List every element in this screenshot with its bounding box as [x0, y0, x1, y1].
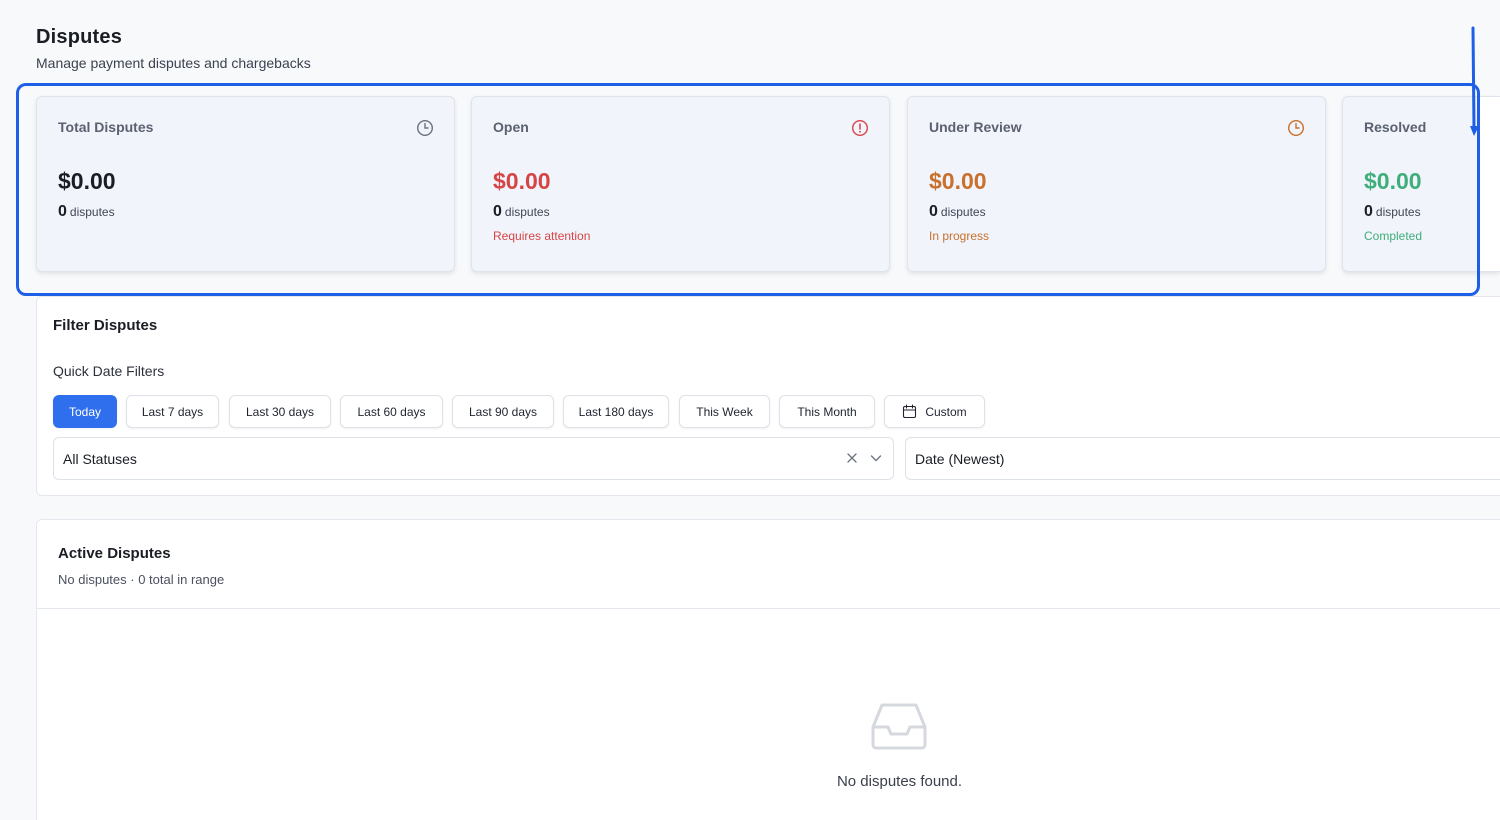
clear-icon[interactable]	[845, 451, 859, 465]
status-select[interactable]: All Statuses	[53, 437, 894, 480]
stat-note: Completed	[1364, 229, 1423, 243]
chip-this-week[interactable]: This Week	[679, 395, 770, 428]
filter-title: Filter Disputes	[53, 317, 158, 334]
stat-amount: $0.00	[929, 168, 987, 194]
page-title: Disputes	[36, 26, 123, 48]
stat-note: Requires attention	[493, 229, 591, 243]
calendar-icon	[903, 404, 917, 419]
card-overflow-edge	[1478, 96, 1500, 272]
sort-select[interactable]: Date (Newest)	[905, 437, 1500, 480]
stat-note: In progress	[929, 229, 990, 243]
stat-card-under-review: Under Review $0.00 0 disputes In progress	[907, 96, 1326, 272]
chip-today[interactable]: Today	[53, 395, 117, 428]
chip-this-month[interactable]: This Month	[779, 395, 875, 428]
stat-label: Resolved	[1364, 119, 1427, 135]
stat-amount: $0.00	[493, 168, 551, 194]
quick-filter-label: Quick Date Filters	[53, 363, 165, 379]
stat-label: Under Review	[929, 119, 1022, 135]
stat-count: 0 disputes	[929, 203, 986, 220]
status-select-value: All Statuses	[63, 450, 137, 467]
stat-card-open: Open $0.00 0 disputes Requires attention	[471, 96, 890, 272]
chip-last-30-days[interactable]: Last 30 days	[229, 395, 331, 428]
chip-last-90-days[interactable]: Last 90 days	[452, 395, 554, 428]
stat-count: 0 disputes	[1364, 203, 1421, 220]
clock-icon	[416, 119, 434, 137]
chip-custom[interactable]: Custom	[884, 395, 985, 428]
clock-icon	[1287, 119, 1305, 137]
stat-amount: $0.00	[58, 168, 116, 194]
stat-amount: $0.00	[1364, 168, 1422, 194]
stat-count: 0 disputes	[58, 203, 115, 220]
chip-last-7-days[interactable]: Last 7 days	[126, 395, 219, 428]
alert-circle-icon	[851, 119, 869, 137]
inbox-icon	[871, 703, 927, 750]
empty-state-text: No disputes found.	[836, 773, 963, 790]
chip-last-60-days[interactable]: Last 60 days	[340, 395, 443, 428]
list-title: Active Disputes	[58, 545, 171, 562]
page-subtitle: Manage payment disputes and chargebacks	[36, 55, 311, 71]
chip-last-180-days[interactable]: Last 180 days	[563, 395, 669, 428]
stat-card-total: Total Disputes $0.00 0 disputes	[36, 96, 455, 272]
page-header: Disputes Manage payment disputes and cha…	[36, 26, 311, 71]
stat-label: Total Disputes	[58, 119, 154, 135]
stat-label: Open	[493, 119, 529, 135]
divider	[37, 608, 1500, 609]
filter-panel: Filter Disputes Quick Date Filters Today…	[36, 296, 1500, 496]
sort-select-value: Date (Newest)	[915, 450, 1005, 467]
scroll-arrow-icon[interactable]	[1470, 26, 1480, 138]
stat-count: 0 disputes	[493, 203, 550, 220]
list-subtitle: No disputes · 0 total in range	[58, 572, 225, 587]
active-disputes-panel: Active Disputes No disputes · 0 total in…	[36, 519, 1500, 820]
chevron-down-icon[interactable]	[869, 451, 883, 465]
